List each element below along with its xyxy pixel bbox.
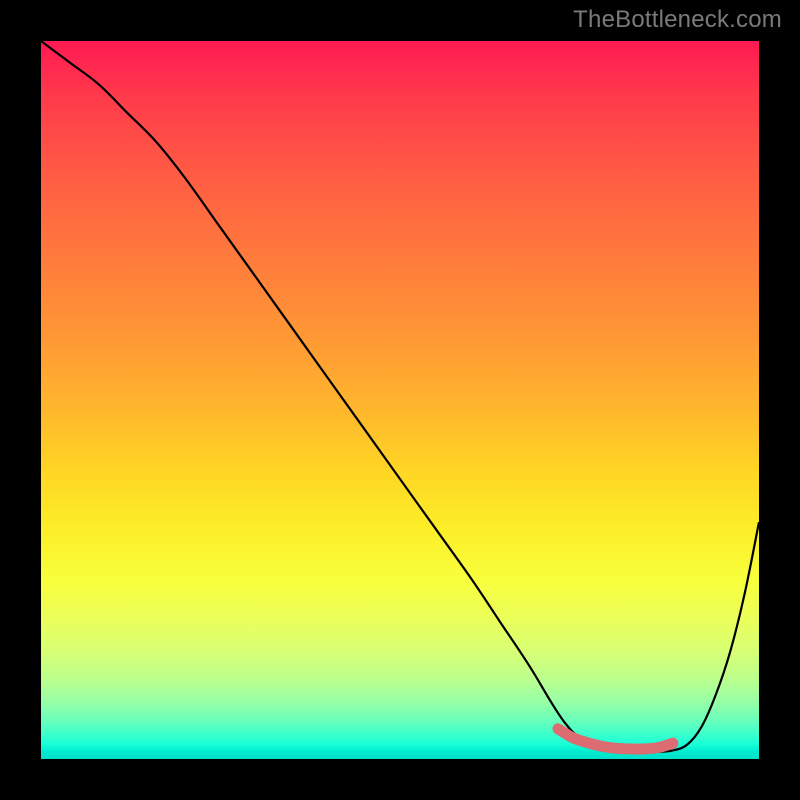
watermark-text: TheBottleneck.com <box>573 6 782 34</box>
chart-svg <box>41 41 759 759</box>
chart-stage: TheBottleneck.com line 0 100 0 100 <box>0 0 800 800</box>
optimal-range-marker <box>558 729 673 749</box>
plot-area <box>41 41 759 759</box>
bottleneck-curve-line <box>41 41 759 752</box>
